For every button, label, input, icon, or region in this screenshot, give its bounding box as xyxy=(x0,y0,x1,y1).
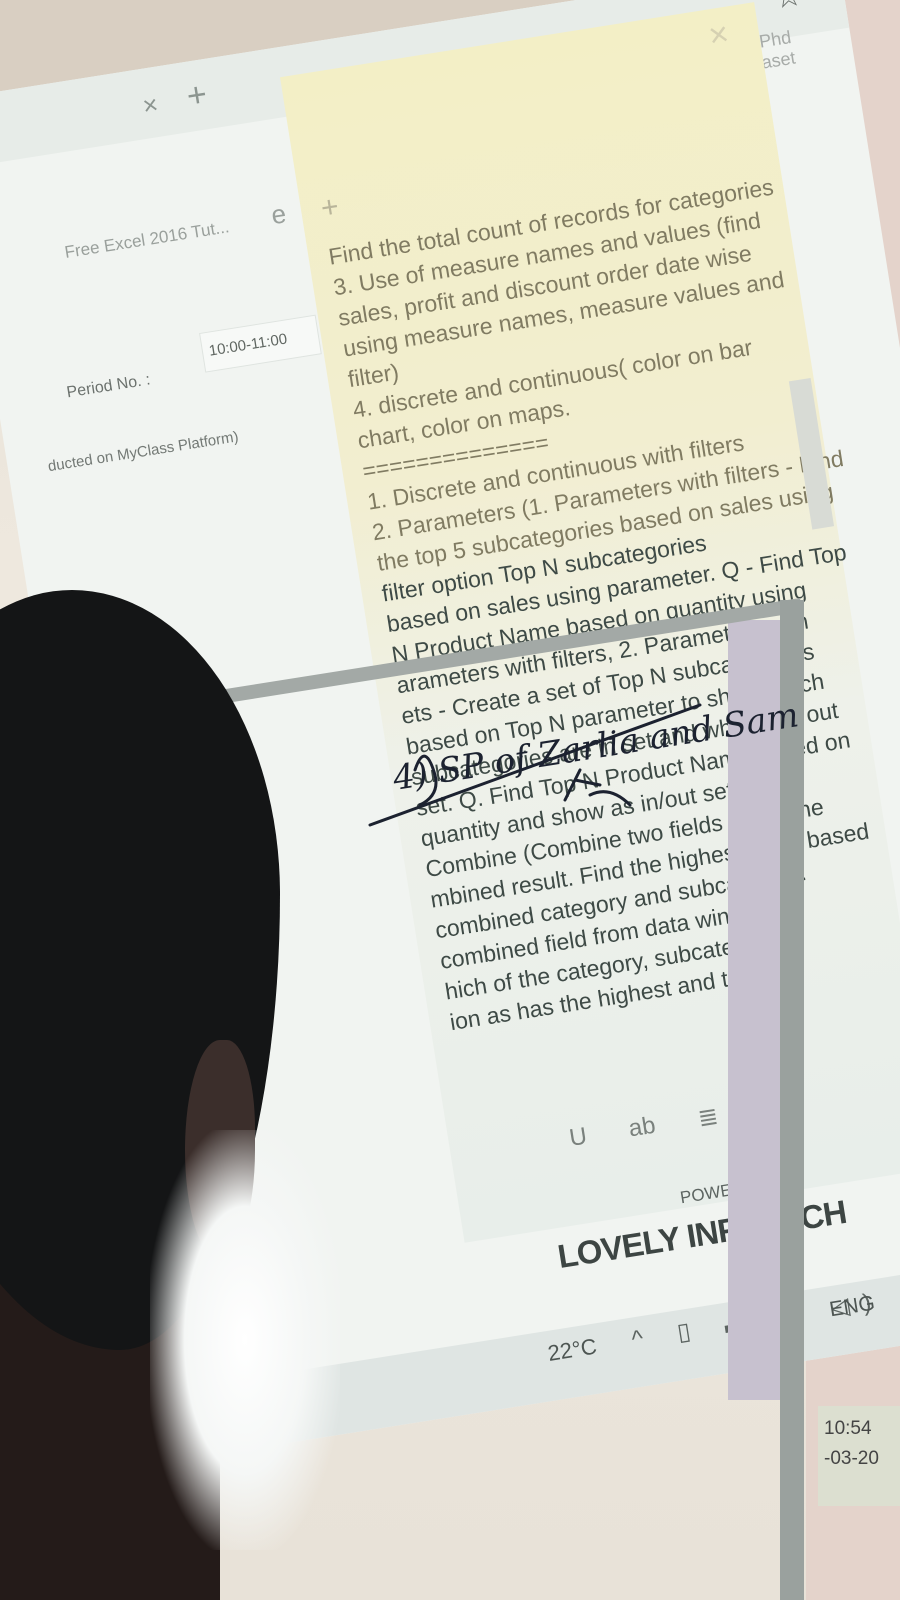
list-button[interactable]: ≣ xyxy=(696,1102,720,1134)
time-slot-field: 10:00-11:00 xyxy=(199,314,322,373)
bookmark-excel-tutorial[interactable]: Free Excel 2016 Tut... xyxy=(63,217,230,263)
new-tab-button[interactable]: + xyxy=(184,75,210,117)
underline-button[interactable]: U xyxy=(567,1122,589,1152)
whiteboard-frame-right xyxy=(780,600,804,1600)
star-icon[interactable]: ☆ xyxy=(771,0,805,17)
note-add-button[interactable]: + xyxy=(319,190,342,226)
sticky-note[interactable]: + × Find the total count of records for … xyxy=(280,2,900,1243)
light-glare xyxy=(150,1130,340,1550)
edge-icon: e xyxy=(269,198,289,231)
strikethrough-button[interactable]: ab xyxy=(627,1112,658,1144)
clock-date: -03-20 xyxy=(824,1448,879,1469)
platform-text: ducted on MyClass Platform) xyxy=(46,428,240,476)
whiteboard-side xyxy=(728,620,780,1400)
period-label: Period No. : xyxy=(65,371,152,402)
tab-close-button[interactable]: × xyxy=(140,89,160,122)
photo-scene: × + ☆ Free Excel 2016 Tut... My Phd Data… xyxy=(0,0,900,1600)
taskbar-clock[interactable]: 10:54 -03-20 xyxy=(818,1406,900,1506)
note-close-button[interactable]: × xyxy=(706,15,732,57)
clock-time: 10:54 xyxy=(824,1418,872,1439)
